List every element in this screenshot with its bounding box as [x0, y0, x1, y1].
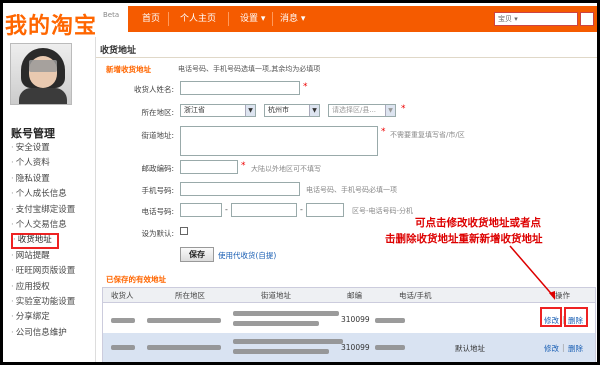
page-frame: 我的淘宝 Beta 首页 个人主页 设置 ▾ 消息 ▾ 宝贝 ▾ 账号管理 · 安…: [3, 3, 597, 362]
annotation-arrow: [509, 245, 556, 300]
